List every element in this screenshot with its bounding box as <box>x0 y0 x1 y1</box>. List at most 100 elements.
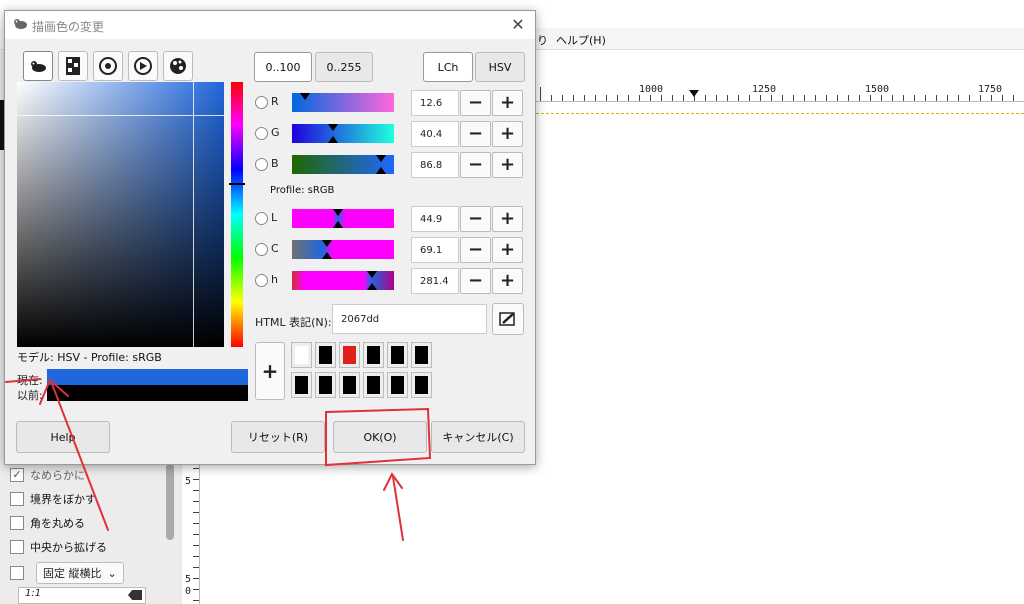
panel-scrollbar[interactable] <box>166 464 174 540</box>
increment-button[interactable]: + <box>492 90 523 116</box>
channel-value-input[interactable]: 40.4 <box>411 121 459 147</box>
channel-radio[interactable] <box>255 243 268 256</box>
decrement-button[interactable]: − <box>460 268 491 294</box>
decrement-button[interactable]: − <box>460 90 491 116</box>
channel-value-input[interactable]: 44.9 <box>411 206 459 232</box>
channel-radio[interactable] <box>255 212 268 225</box>
increment-button[interactable]: + <box>492 237 523 263</box>
ruler-tick <box>661 95 662 101</box>
expand-center-label: 中央から拡げる <box>30 541 107 554</box>
menu-item-help[interactable]: ヘルプ(H) <box>556 32 606 48</box>
color-picker-button[interactable] <box>492 303 524 335</box>
color-history-swatch[interactable] <box>339 372 360 398</box>
reset-button[interactable]: リセット(R) <box>231 421 325 453</box>
ruler-tick <box>193 512 199 513</box>
html-notation-input[interactable]: 2067dd <box>332 304 487 334</box>
slider-marker[interactable] <box>328 136 338 143</box>
decrement-button[interactable]: − <box>460 206 491 232</box>
close-button[interactable]: ✕ <box>507 15 529 35</box>
smooth-option[interactable]: ✓ なめらかに <box>10 466 85 484</box>
increment-button[interactable]: + <box>492 268 523 294</box>
color-history-swatch[interactable] <box>339 342 360 368</box>
range-255-button[interactable]: 0..255 <box>315 52 373 82</box>
menu-item-partial[interactable]: り <box>537 32 548 48</box>
color-history-swatch[interactable] <box>363 342 384 368</box>
color-history-swatch[interactable] <box>291 342 312 368</box>
decrement-button[interactable]: − <box>460 237 491 263</box>
color-history-swatch[interactable] <box>387 372 408 398</box>
triangle-selector-tab[interactable] <box>128 51 158 81</box>
hue-marker[interactable] <box>229 183 245 185</box>
channel-slider[interactable] <box>292 209 394 228</box>
channel-slider[interactable] <box>292 124 394 143</box>
color-history-swatch[interactable] <box>315 342 336 368</box>
color-history-swatch[interactable] <box>411 372 432 398</box>
slider-marker[interactable] <box>376 155 386 162</box>
slider-marker[interactable] <box>376 167 386 174</box>
increment-button[interactable]: + <box>492 121 523 147</box>
channel-slider[interactable] <box>292 271 394 290</box>
add-to-history-button[interactable]: + <box>255 342 285 400</box>
channel-value-input[interactable]: 86.8 <box>411 152 459 178</box>
slider-marker[interactable] <box>333 221 343 228</box>
channel-value-input[interactable]: 281.4 <box>411 268 459 294</box>
fixed-option[interactable]: 固定 縦横比 ⌄ <box>10 562 124 584</box>
rounded-option[interactable]: 角を丸める <box>10 514 85 532</box>
ruler-tick <box>650 95 651 101</box>
slider-marker[interactable] <box>322 252 332 259</box>
color-history-swatch[interactable] <box>363 372 384 398</box>
slider-marker[interactable] <box>322 240 332 247</box>
ruler-tick <box>573 95 574 101</box>
wheel-selector-tab[interactable] <box>93 51 123 81</box>
ruler-tick <box>859 95 860 101</box>
expand-center-option[interactable]: 中央から拡げる <box>10 538 107 556</box>
feather-option[interactable]: 境界をぼかす <box>10 490 96 508</box>
smooth-checkbox[interactable]: ✓ <box>10 468 24 482</box>
ratio-input[interactable]: 1:1 <box>18 587 146 604</box>
palette-selector-tab[interactable] <box>163 51 193 81</box>
channel-radio[interactable] <box>255 274 268 287</box>
channel-radio[interactable] <box>255 127 268 140</box>
expand-center-checkbox[interactable] <box>10 540 24 554</box>
help-button[interactable]: Help <box>16 421 110 453</box>
slider-marker[interactable] <box>300 93 310 100</box>
fixed-checkbox[interactable] <box>10 566 24 580</box>
clear-icon[interactable] <box>128 590 142 600</box>
increment-button[interactable]: + <box>492 152 523 178</box>
gimp-selector-tab[interactable] <box>23 51 53 81</box>
channel-value-input[interactable]: 12.6 <box>411 90 459 116</box>
fixed-mode-select[interactable]: 固定 縦横比 ⌄ <box>36 562 124 584</box>
channel-radio[interactable] <box>255 96 268 109</box>
ruler-tick <box>617 95 618 101</box>
ruler-tick <box>826 95 827 101</box>
color-history-swatch[interactable] <box>291 372 312 398</box>
ruler-tick <box>760 95 761 101</box>
ok-button[interactable]: OK(O) <box>333 421 427 453</box>
channel-slider[interactable] <box>292 155 394 174</box>
lch-button[interactable]: LCh <box>423 52 473 82</box>
channel-label: R <box>271 95 279 108</box>
color-history-swatch[interactable] <box>411 342 432 368</box>
color-history-swatch[interactable] <box>387 342 408 368</box>
slider-marker[interactable] <box>367 283 377 290</box>
range-100-button[interactable]: 0..100 <box>254 52 312 82</box>
hsv-button[interactable]: HSV <box>475 52 525 82</box>
slider-marker[interactable] <box>367 271 377 278</box>
channel-radio[interactable] <box>255 158 268 171</box>
ruler-tick <box>683 95 684 101</box>
color-history-swatch[interactable] <box>315 372 336 398</box>
cmyk-selector-tab[interactable] <box>58 51 88 81</box>
decrement-button[interactable]: − <box>460 152 491 178</box>
cancel-button[interactable]: キャンセル(C) <box>431 421 525 453</box>
slider-marker[interactable] <box>328 124 338 131</box>
channel-slider[interactable] <box>292 93 394 112</box>
decrement-button[interactable]: − <box>460 121 491 147</box>
feather-checkbox[interactable] <box>10 492 24 506</box>
ruler-tick <box>1013 95 1014 101</box>
channel-slider[interactable] <box>292 240 394 259</box>
channel-value-input[interactable]: 69.1 <box>411 237 459 263</box>
increment-button[interactable]: + <box>492 206 523 232</box>
rounded-checkbox[interactable] <box>10 516 24 530</box>
slider-marker[interactable] <box>333 209 343 216</box>
hue-slider[interactable] <box>231 82 243 347</box>
